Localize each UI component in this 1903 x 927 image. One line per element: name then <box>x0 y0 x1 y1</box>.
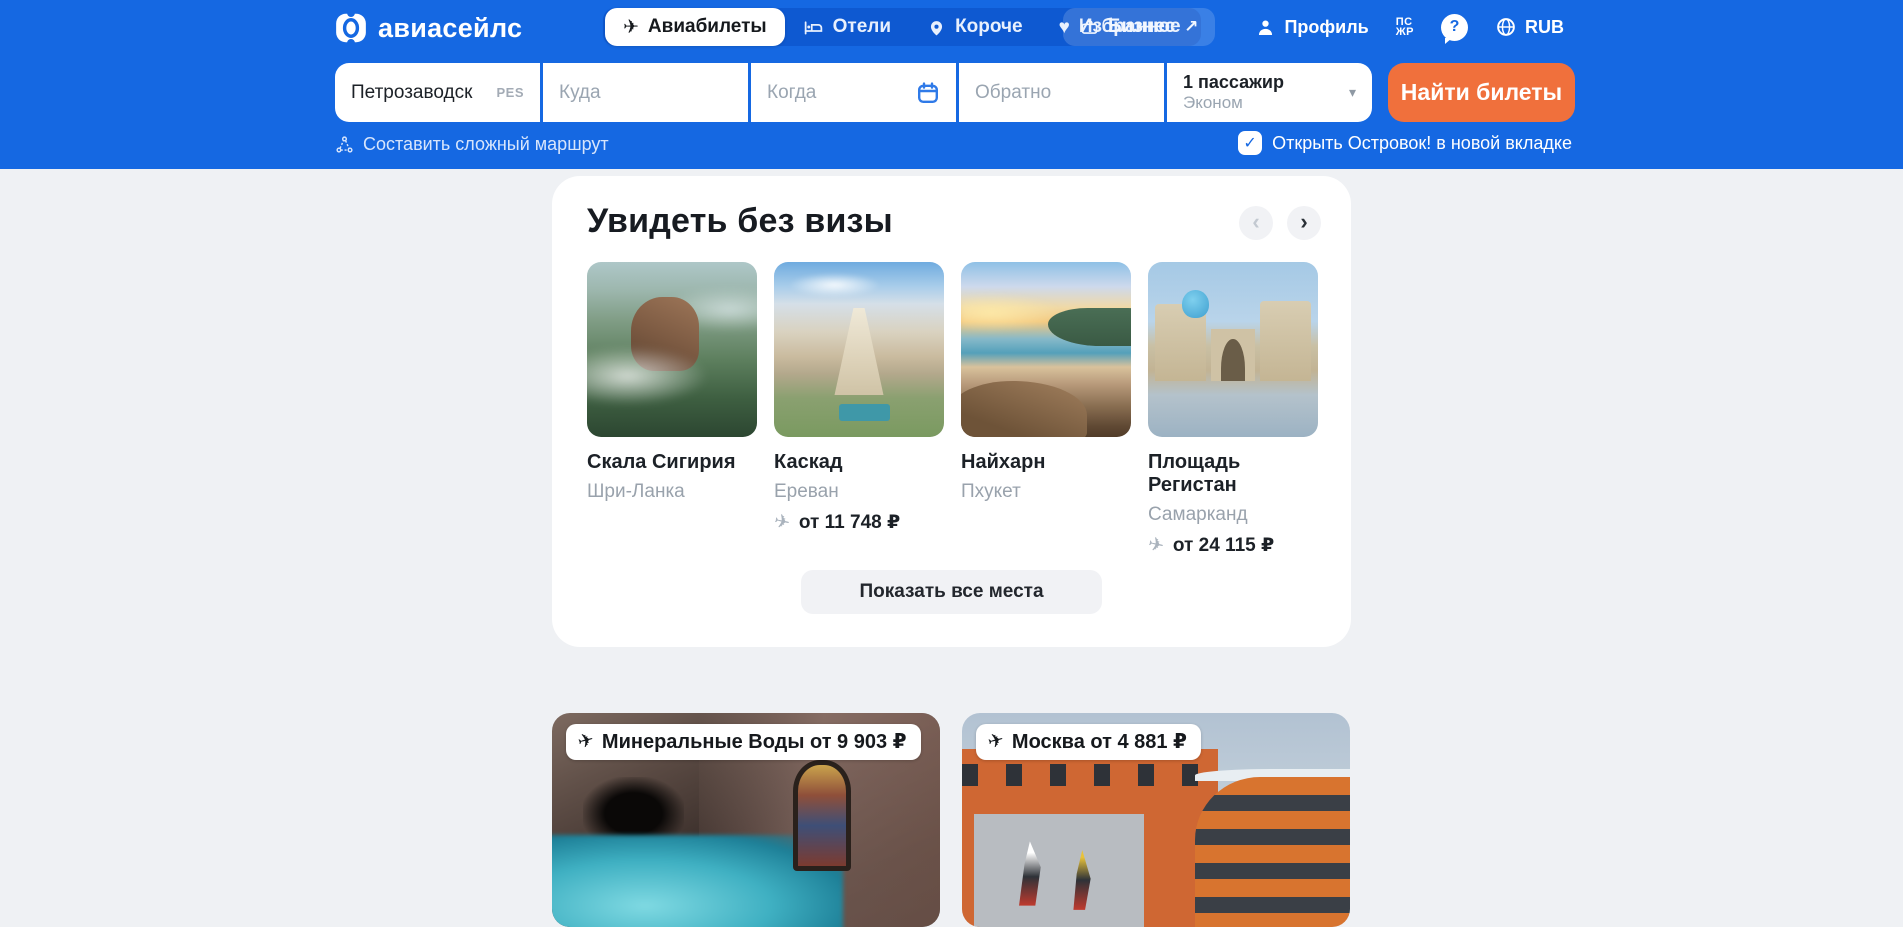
destination-card-registan[interactable]: Площадь Регистан Самарканд ✈ от 24 115 ₽ <box>1148 262 1318 557</box>
carousel-prev-button[interactable]: ‹ <box>1239 206 1273 240</box>
destination-photo <box>961 262 1131 437</box>
top-header: авиасейлс ✈ Авиабилеты Отели Короче ♥ Из… <box>0 0 1903 169</box>
person-icon <box>1255 17 1276 38</box>
external-link-icon: ↗ <box>1184 17 1198 37</box>
show-all-places-button[interactable]: Показать все места <box>801 570 1102 614</box>
bed-icon <box>803 17 824 38</box>
logo-text: авиасейлс <box>378 13 522 44</box>
check-icon: ✓ <box>1243 133 1256 153</box>
route-icon <box>335 135 354 154</box>
tab-koroche[interactable]: Короче <box>909 10 1041 44</box>
tab-label: Авиабилеты <box>648 16 767 38</box>
briefcase-icon <box>1080 18 1099 37</box>
flight-search-form: Петрозаводск PES Куда Когда Обратно 1 па… <box>335 63 1575 122</box>
plane-icon: ✈ <box>623 18 639 37</box>
passengers-count: 1 пассажир <box>1183 72 1284 94</box>
promo-badge-label: Москва от 4 881 ₽ <box>1012 729 1187 754</box>
depart-placeholder: Когда <box>767 82 816 104</box>
destination-title: Найхарн <box>961 451 1131 474</box>
promo-card-moscow[interactable]: ✈ Москва от 4 881 ₽ <box>962 713 1350 927</box>
carousel-controls: ‹ › <box>1239 206 1321 240</box>
calendar-icon[interactable] <box>916 81 940 105</box>
profile-label: Профиль <box>1284 17 1368 38</box>
globe-icon <box>1495 16 1517 38</box>
destination-card-naiharn[interactable]: Найхарн Пхукет <box>961 262 1131 557</box>
destination-field[interactable]: Куда <box>543 63 748 122</box>
destination-photo <box>587 262 757 437</box>
tab-avia-tickets[interactable]: ✈ Авиабилеты <box>605 8 785 46</box>
plane-icon: ✈ <box>1146 533 1166 559</box>
destination-card-cascade[interactable]: Каскад Ереван ✈ от 11 748 ₽ <box>774 262 944 557</box>
origin-field[interactable]: Петрозаводск PES <box>335 63 540 122</box>
promo-card-mineralnye-vody[interactable]: ✈ Минеральные Воды от 9 903 ₽ <box>552 713 940 927</box>
currency-selector[interactable]: RUB <box>1495 16 1564 38</box>
destination-photo <box>774 262 944 437</box>
depart-date-field[interactable]: Когда <box>751 63 956 122</box>
promo-badge-label: Минеральные Воды от 9 903 ₽ <box>602 729 907 754</box>
ostrovok-checkbox-row[interactable]: ✓ Открыть Островок! в новой вкладке <box>1238 131 1572 155</box>
tab-label: Отели <box>833 16 891 38</box>
aviasales-logo-icon <box>335 12 367 44</box>
visa-free-section: Увидеть без визы ‹ › Скала Сигирия Шри-Л… <box>552 176 1351 647</box>
destination-title: Площадь Регистан <box>1148 451 1318 497</box>
plane-icon: ✈ <box>985 728 1006 754</box>
ostrovok-label: Открыть Островок! в новой вкладке <box>1272 133 1572 154</box>
checkbox-checked[interactable]: ✓ <box>1238 131 1262 155</box>
promo-price-badge: ✈ Минеральные Воды от 9 903 ₽ <box>566 724 921 760</box>
price-value: от 11 748 ₽ <box>799 511 900 534</box>
chevron-down-icon: ▾ <box>1349 84 1356 101</box>
plane-icon: ✈ <box>772 510 792 536</box>
tab-label: Короче <box>955 16 1023 38</box>
destination-price: ✈ от 11 748 ₽ <box>774 511 944 534</box>
return-date-field[interactable]: Обратно <box>959 63 1164 122</box>
destination-card-sigiriya[interactable]: Скала Сигирия Шри-Ланка <box>587 262 757 557</box>
header-utilities: Профиль ПС ЖР ? RUB <box>1255 8 1564 46</box>
destination-cards: Скала Сигирия Шри-Ланка Каскад Ереван ✈ … <box>587 262 1318 557</box>
tab-hotels[interactable]: Отели <box>785 10 909 44</box>
search-tickets-button[interactable]: Найти билеты <box>1388 63 1575 122</box>
question-mark-icon: ? <box>1450 18 1460 36</box>
chevron-right-icon: › <box>1300 209 1307 235</box>
psgr-line2: ЖР <box>1396 27 1414 37</box>
origin-value: Петрозаводск <box>351 82 472 104</box>
chevron-left-icon: ‹ <box>1252 209 1259 235</box>
section-title: Увидеть без визы <box>587 202 893 241</box>
plane-icon: ✈ <box>575 728 596 754</box>
cabin-class: Эконом <box>1183 93 1284 113</box>
destination-subtitle: Пхукет <box>961 481 1131 503</box>
promo-price-badge: ✈ Москва от 4 881 ₽ <box>976 724 1201 760</box>
destination-placeholder: Куда <box>559 82 601 104</box>
tab-business[interactable]: Бизнес ↗ <box>1063 8 1215 46</box>
destination-subtitle: Ереван <box>774 481 944 503</box>
origin-airport-code: PES <box>496 85 524 100</box>
destination-subtitle: Шри-Ланка <box>587 481 757 503</box>
destination-title: Каскад <box>774 451 944 474</box>
tab-label: Бизнес <box>1108 16 1175 38</box>
complex-route-link[interactable]: Составить сложный маршрут <box>335 134 609 155</box>
price-value: от 24 115 ₽ <box>1173 534 1274 557</box>
destination-photo <box>1148 262 1318 437</box>
currency-label: RUB <box>1525 17 1564 38</box>
help-button[interactable]: ? <box>1441 14 1468 41</box>
map-pin-icon <box>927 18 946 37</box>
return-placeholder: Обратно <box>975 82 1051 104</box>
psgr-magazine-button[interactable]: ПС ЖР <box>1396 17 1414 38</box>
complex-route-label: Составить сложный маршрут <box>363 134 609 155</box>
destination-title: Скала Сигирия <box>587 451 757 474</box>
profile-button[interactable]: Профиль <box>1255 17 1368 38</box>
carousel-next-button[interactable]: › <box>1287 206 1321 240</box>
destination-price: ✈ от 24 115 ₽ <box>1148 534 1318 557</box>
passengers-class-selector[interactable]: 1 пассажир Эконом ▾ <box>1167 63 1372 122</box>
destination-subtitle: Самарканд <box>1148 504 1318 526</box>
aviasales-logo[interactable]: авиасейлс <box>335 9 522 47</box>
